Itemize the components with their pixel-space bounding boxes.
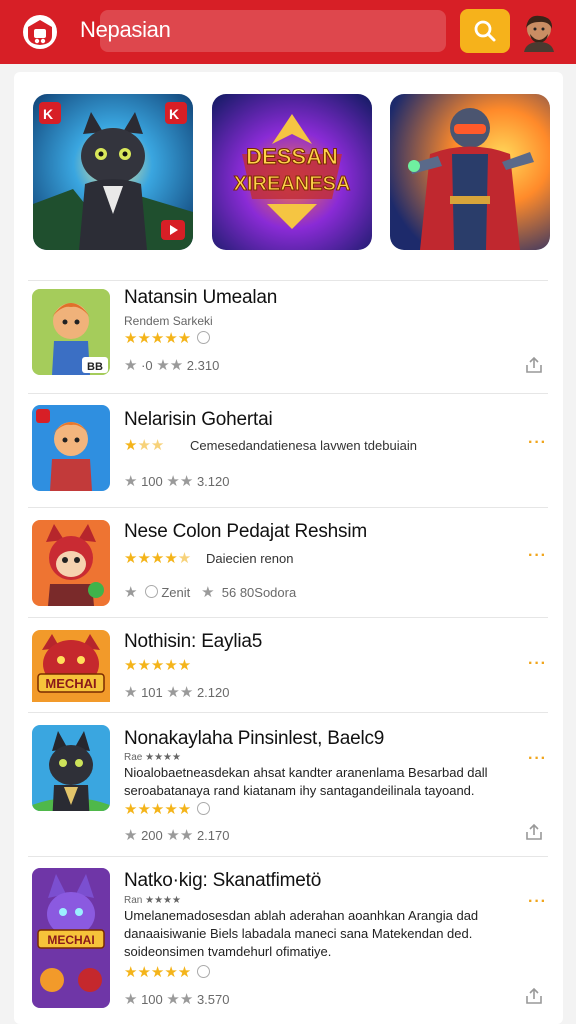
app-desc-2: Cemesedandatienesa lavwen tdebuiain [190, 438, 417, 453]
more-options-icon[interactable]: ··· [528, 750, 547, 768]
banner-title-line-1: DESSAN [246, 144, 338, 169]
rating-stars-1: ★★★★★ [124, 329, 211, 347]
svg-text:K: K [43, 106, 53, 122]
share-icon[interactable] [524, 986, 544, 1006]
rating-stars-5: ★★★★★ [124, 800, 211, 818]
download-count: 100 [141, 474, 163, 489]
app-title-4[interactable]: Nothisin: Eaylia5 [124, 631, 262, 653]
app-title-1[interactable]: Natansin Umealan [124, 287, 277, 309]
rating-count: 2.310 [186, 358, 220, 373]
download-count: 101 [141, 685, 163, 700]
list-divider [28, 617, 548, 618]
app-subtitle-6: Ran ★★★★ [124, 895, 181, 906]
search-query-text: Nepasian [80, 17, 171, 42]
app-meta-3: ★ Zenit ★ 56 80Sodora [124, 584, 297, 601]
app-desc-6: Umelanemadosesdan ablah aderahan aoanhka… [124, 908, 479, 959]
verified-icon [197, 965, 211, 978]
app-title-3[interactable]: Nese Colon Pedajat Reshsim [124, 521, 367, 543]
app-desc-5: Nioalobaetneasdekan ahsat kandter aranen… [124, 765, 488, 798]
more-options-icon[interactable]: ··· [528, 434, 547, 452]
app-title-6[interactable]: Natko·kig: Skanatfimetö [124, 870, 321, 892]
app-subtitle-1: Rendem Sarkeki [124, 314, 213, 328]
app-icon-badge: MECHAI [45, 676, 96, 691]
app-icon-5[interactable] [32, 725, 110, 811]
app-icon-badge: MECHAI [47, 933, 94, 947]
rating-count: 56 80Sodora [221, 585, 297, 600]
app-meta-5: ★ 200 ★★ 2.170 [124, 827, 230, 844]
hero-app-icon [32, 405, 110, 491]
svg-text:K: K [169, 106, 179, 122]
search-button[interactable] [460, 9, 510, 53]
app-icon-1[interactable]: BB [32, 289, 110, 375]
app-icon-badge: BB [87, 361, 103, 373]
app-title-5[interactable]: Nonakaylaha Pinsinlest, Baelc9 [124, 728, 384, 750]
space-hero-image [390, 94, 550, 250]
app-icon-3[interactable] [32, 520, 110, 606]
list-divider [28, 393, 548, 394]
search-icon [474, 20, 496, 42]
share-icon[interactable] [524, 822, 544, 842]
list-divider [28, 280, 548, 281]
more-options-icon[interactable]: ··· [528, 655, 547, 673]
app-icon-2[interactable] [32, 405, 110, 491]
game-title-image: DESSAN XIREANESA [212, 94, 372, 250]
purple-cat-app-icon: MECHAI [32, 868, 110, 1008]
banner-title-line-2: XIREANESA [234, 173, 351, 195]
rating-count: 2.120 [196, 685, 230, 700]
rating-count: 2.170 [196, 828, 230, 843]
app-meta-4: ★ 101 ★★ 2.120 [124, 684, 230, 701]
app-meta-2: ★ 100 ★★ 3.120 [124, 473, 230, 490]
top-app-bar: Nepasian [0, 0, 576, 64]
app-icon-4[interactable]: MECHAI [32, 630, 110, 716]
app-meta-1: ★ ·0 ★★ 2.310 [124, 357, 220, 374]
monkey-hero-app-icon: BB [32, 289, 110, 375]
app-meta-6: ★ 100 ★★ 3.570 [124, 991, 230, 1008]
download-count: 0 [145, 358, 153, 373]
more-options-icon[interactable]: ··· [528, 547, 547, 565]
app-subtitle-5: Rae ★★★★ [124, 752, 181, 763]
rating-stars-3: ★★★★★ [124, 550, 192, 567]
app-icon-6[interactable]: MECHAI [32, 868, 110, 1008]
mech-monster-app-icon: MECHAI [32, 630, 110, 702]
more-options-icon[interactable]: ··· [528, 893, 547, 911]
cat-hero-image: K K [33, 94, 193, 250]
featured-banner-2[interactable]: DESSAN XIREANESA [212, 94, 372, 250]
rating-count: 3.570 [196, 992, 230, 1007]
download-count: 200 [141, 828, 163, 843]
red-cat-app-icon [32, 520, 110, 606]
app-title-2[interactable]: Nelarisin Gohertai [124, 409, 273, 431]
list-divider [28, 712, 548, 713]
rating-stars-2: ★★★ [124, 437, 165, 454]
rating-stars-4: ★★★★★ [124, 657, 192, 674]
download-count: 100 [141, 992, 163, 1007]
verified-icon [197, 802, 211, 815]
list-divider [28, 507, 548, 508]
featured-banner-1[interactable]: K K [33, 94, 193, 250]
verified-icon [197, 331, 211, 344]
app-logo-icon[interactable] [22, 14, 58, 50]
share-icon[interactable] [524, 355, 544, 375]
black-cat-app-icon [32, 725, 110, 811]
clock-icon [144, 585, 158, 598]
app-desc-3: Daiecien renon [206, 551, 294, 566]
featured-banner-3[interactable] [390, 94, 550, 250]
download-count: Zenit [161, 585, 191, 600]
user-avatar-icon[interactable] [520, 12, 558, 52]
rating-stars-6: ★★★★★ [124, 963, 211, 981]
list-divider [28, 856, 548, 857]
rating-count: 3.120 [196, 474, 230, 489]
